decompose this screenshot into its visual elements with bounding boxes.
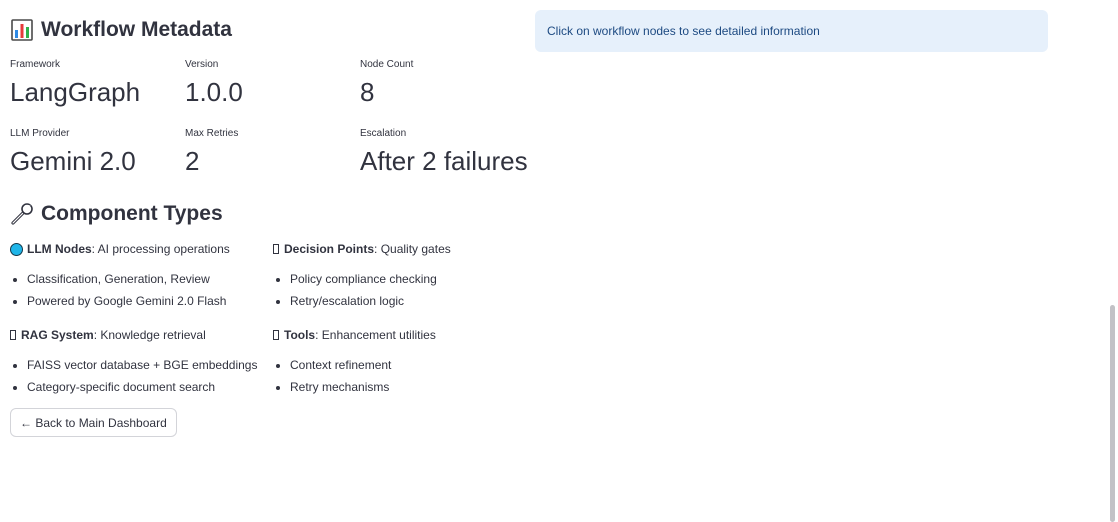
metric-value: 8 xyxy=(360,77,375,107)
decision-points-name: Decision Points xyxy=(284,242,375,256)
wrench-icon xyxy=(10,202,34,226)
metric-escalation: Escalation After 2 failures xyxy=(360,127,530,177)
tools-icon xyxy=(273,330,279,340)
tools-heading: Tools: Enhancement utilities xyxy=(273,326,451,344)
metric-value: 2 xyxy=(185,146,200,176)
decision-points-desc: : Quality gates xyxy=(374,242,451,256)
decision-points-list: Policy compliance checking Retry/escalat… xyxy=(273,270,451,314)
blue-circle-icon xyxy=(10,242,23,256)
metric-value: LangGraph xyxy=(10,77,141,107)
metric-label: Node Count xyxy=(360,59,414,70)
bar-chart-icon xyxy=(10,18,34,42)
rag-system-heading: RAG System: Knowledge retrieval xyxy=(10,326,257,344)
rag-icon xyxy=(10,330,16,340)
metric-node-count: Node Count 8 xyxy=(360,58,530,108)
metric-value: 1.0.0 xyxy=(185,77,243,107)
component-column-left: LLM Nodes: AI processing operations Clas… xyxy=(10,240,257,412)
rag-system-list: FAISS vector database + BGE embeddings C… xyxy=(10,356,257,400)
rag-system-desc: : Knowledge retrieval xyxy=(93,328,206,342)
metric-version: Version 1.0.0 xyxy=(185,58,355,108)
list-item: Powered by Google Gemini 2.0 Flash xyxy=(27,292,257,314)
list-item: Context refinement xyxy=(290,356,451,378)
metric-label: Framework xyxy=(10,59,61,70)
list-item: Retry mechanisms xyxy=(290,378,451,400)
info-alert: Click on workflow nodes to see detailed … xyxy=(535,10,1048,52)
back-to-dashboard-button[interactable]: ← Back to Main Dashboard xyxy=(10,408,177,437)
list-item: FAISS vector database + BGE embeddings xyxy=(27,356,257,378)
workflow-metadata-heading: Workflow Metadata xyxy=(10,18,232,42)
component-types-title: Component Types xyxy=(41,202,223,225)
list-item: Policy compliance checking xyxy=(290,270,451,292)
metric-llm-provider: LLM Provider Gemini 2.0 xyxy=(10,127,180,177)
metric-value: Gemini 2.0 xyxy=(10,146,136,176)
decision-icon xyxy=(273,244,279,254)
llm-nodes-list: Classification, Generation, Review Power… xyxy=(10,270,257,314)
tools-list: Context refinement Retry mechanisms xyxy=(273,356,451,400)
workflow-metadata-title: Workflow Metadata xyxy=(41,18,232,41)
info-message: Click on workflow nodes to see detailed … xyxy=(547,24,820,38)
metric-framework: Framework LangGraph xyxy=(10,58,180,108)
list-item: Classification, Generation, Review xyxy=(27,270,257,292)
component-column-right: Decision Points: Quality gates Policy co… xyxy=(273,240,451,412)
tools-name: Tools xyxy=(284,328,316,342)
rag-system-name: RAG System xyxy=(21,328,94,342)
decision-points-heading: Decision Points: Quality gates xyxy=(273,240,451,258)
llm-nodes-name: LLM Nodes xyxy=(27,242,92,256)
metric-value: After 2 failures xyxy=(360,146,528,176)
page: Workflow Metadata Framework LangGraph Ve… xyxy=(0,0,1118,522)
tools-desc: : Enhancement utilities xyxy=(315,328,436,342)
list-item: Category-specific document search xyxy=(27,378,257,400)
metric-label: Max Retries xyxy=(185,128,239,139)
metric-label: Version xyxy=(185,59,219,70)
metric-label: LLM Provider xyxy=(10,128,70,139)
metric-max-retries: Max Retries 2 xyxy=(185,127,355,177)
metric-label: Escalation xyxy=(360,128,407,139)
component-types-heading: Component Types xyxy=(10,202,223,226)
llm-nodes-heading: LLM Nodes: AI processing operations xyxy=(10,240,257,258)
list-item: Retry/escalation logic xyxy=(290,292,451,314)
scrollbar[interactable] xyxy=(1110,305,1115,522)
llm-nodes-desc: : AI processing operations xyxy=(91,242,230,256)
